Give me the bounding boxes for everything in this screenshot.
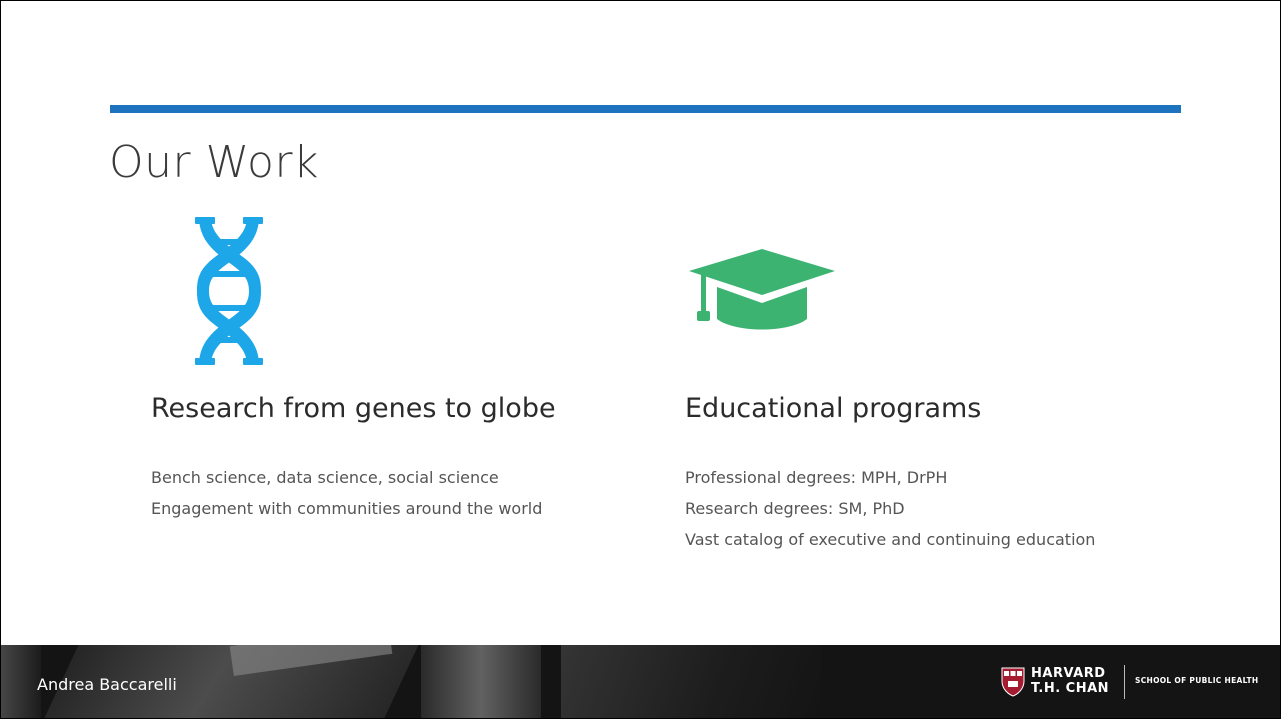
footer-background-photo bbox=[1, 645, 41, 718]
list-item: Professional degrees: MPH, DrPH bbox=[685, 468, 948, 487]
list-item: Research degrees: SM, PhD bbox=[685, 499, 905, 518]
research-bullet-list: Bench science, data science, social scie… bbox=[151, 467, 601, 529]
education-bullet-list: Professional degrees: MPH, DrPH Research… bbox=[685, 467, 1105, 560]
logo-subtitle: SCHOOL OF PUBLIC HEALTH bbox=[1135, 676, 1259, 685]
harvard-chan-logo: HARVARD T.H. CHAN SCHOOL OF PUBLIC HEALT… bbox=[1001, 665, 1271, 701]
slide: Our Work Research from genes to globe Ed… bbox=[0, 0, 1281, 719]
presenter-name: Andrea Baccarelli bbox=[37, 675, 177, 694]
research-heading: Research from genes to globe bbox=[151, 393, 556, 424]
dna-icon bbox=[195, 217, 263, 365]
title-accent-rule bbox=[110, 105, 1181, 113]
footer-background-photo bbox=[561, 645, 821, 718]
slide-title: Our Work bbox=[109, 137, 320, 188]
graduation-cap-icon bbox=[689, 249, 835, 330]
logo-wordmark: HARVARD T.H. CHAN bbox=[1031, 666, 1109, 696]
logo-line-harvard: HARVARD bbox=[1031, 666, 1106, 681]
list-item: Engagement with communities around the w… bbox=[151, 499, 543, 518]
education-heading: Educational programs bbox=[685, 393, 982, 424]
footer-banner: Andrea Baccarelli HARVARD T.H. CHAN SCHO… bbox=[1, 645, 1280, 718]
footer-background-photo bbox=[421, 645, 541, 718]
shield-icon bbox=[1001, 667, 1025, 697]
list-item: Bench science, data science, social scie… bbox=[151, 468, 499, 487]
logo-line-chan: T.H. CHAN bbox=[1031, 681, 1110, 696]
list-item: Vast catalog of executive and continuing… bbox=[685, 530, 1096, 549]
logo-divider bbox=[1124, 665, 1125, 699]
